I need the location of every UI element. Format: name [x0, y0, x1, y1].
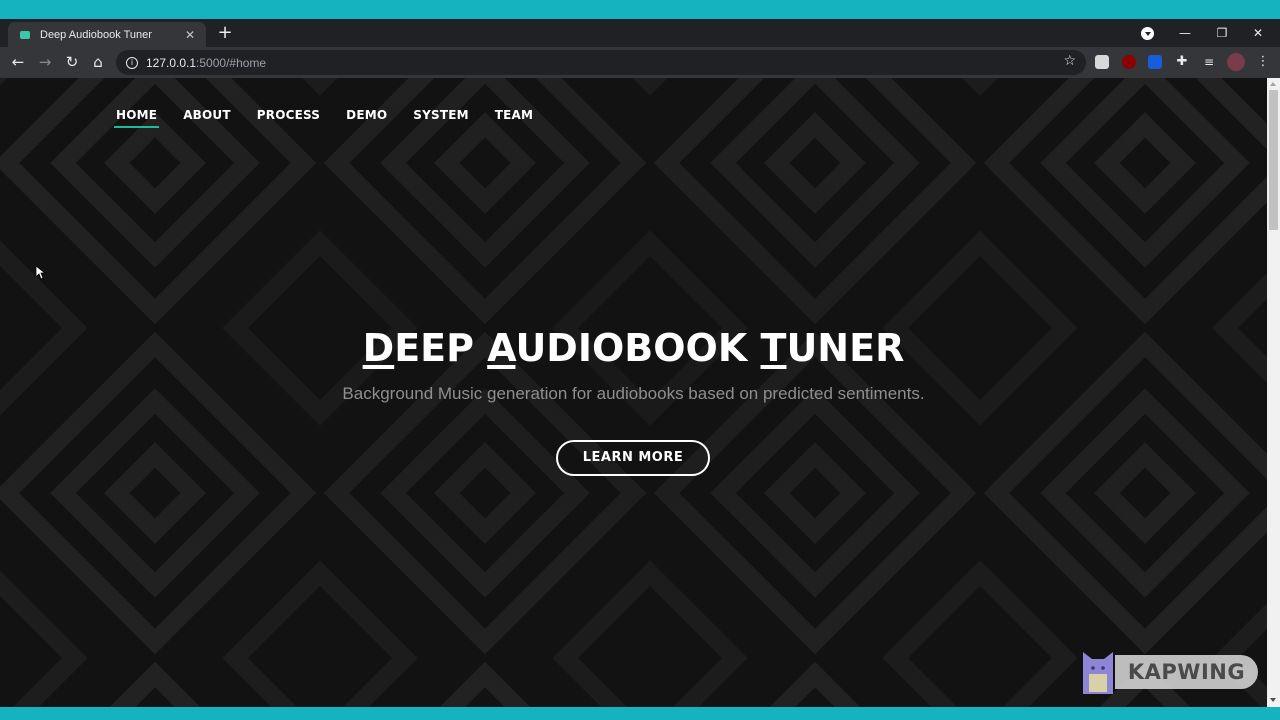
home-icon[interactable]: ⌂ — [88, 52, 108, 72]
back-arrow-icon[interactable]: ← — [8, 52, 28, 72]
browser-toolbar: ← → ↻ ⌂ i 127.0.0.1:5000/#home ☆ ✚ ≡ ⋮ — [0, 47, 1280, 78]
scroll-down-arrow-icon[interactable] — [1270, 698, 1276, 702]
title-letter-a: A — [487, 326, 516, 370]
nav-item-system[interactable]: SYSTEM — [413, 108, 469, 128]
kapwing-cat-logo-icon — [1081, 650, 1115, 694]
title-letter-t: T — [760, 326, 787, 370]
extension-icon[interactable] — [1095, 55, 1109, 69]
ublock-icon[interactable] — [1122, 55, 1136, 69]
new-tab-button[interactable]: + — [215, 23, 235, 43]
reload-icon[interactable]: ↻ — [62, 52, 82, 72]
url-host: 127.0.0.1 — [146, 55, 197, 70]
webpage-viewport: HOME ABOUT PROCESS DEMO SYSTEM TEAM DEEP… — [0, 78, 1267, 707]
tab-close-icon[interactable]: ✕ — [182, 28, 198, 42]
scroll-up-arrow-icon[interactable] — [1270, 82, 1276, 86]
page-scrollbar[interactable] — [1267, 78, 1280, 707]
bitwarden-icon[interactable] — [1148, 55, 1162, 69]
title-letter-d: D — [362, 326, 395, 370]
browser-tab-bar: Deep Audiobook Tuner ✕ + — ❐ ✕ — [0, 19, 1280, 47]
bookmark-star-icon[interactable]: ☆ — [1063, 53, 1076, 69]
url-path: :5000/#home — [196, 55, 267, 70]
minimize-button[interactable]: — — [1167, 21, 1203, 45]
site-info-icon[interactable]: i — [126, 56, 138, 69]
tab-title: Deep Audiobook Tuner — [40, 28, 152, 41]
main-nav: HOME ABOUT PROCESS DEMO SYSTEM TEAM — [113, 108, 559, 128]
menu-kebab-icon[interactable]: ⋮ — [1256, 55, 1270, 69]
nav-item-team[interactable]: TEAM — [495, 108, 533, 128]
kapwing-watermark: KAPWING — [1081, 648, 1258, 696]
hero-subtitle: Background Music generation for audioboo… — [342, 384, 925, 403]
maximize-button[interactable]: ❐ — [1204, 21, 1240, 45]
browser-tab[interactable]: Deep Audiobook Tuner ✕ — [8, 22, 206, 47]
hero-title: DEEP AUDIOBOOK TUNER — [0, 326, 1267, 370]
favicon-icon — [18, 28, 32, 42]
nav-item-demo[interactable]: DEMO — [346, 108, 387, 128]
close-window-button[interactable]: ✕ — [1240, 21, 1276, 45]
nav-item-process[interactable]: PROCESS — [257, 108, 320, 128]
title-part-udiobook: UDIOBOOK — [515, 326, 761, 370]
title-part-eep: EEP — [394, 326, 488, 370]
bottom-frame-strip — [0, 707, 1280, 720]
watermark-text: KAPWING — [1115, 655, 1258, 689]
learn-more-button[interactable]: LEARN MORE — [556, 440, 710, 476]
reading-list-icon[interactable]: ≡ — [1202, 55, 1216, 69]
address-bar[interactable]: i 127.0.0.1:5000/#home ☆ — [116, 50, 1086, 75]
nav-item-about[interactable]: ABOUT — [183, 108, 231, 128]
media-control-icon[interactable] — [1141, 27, 1154, 40]
scroll-thumb[interactable] — [1269, 90, 1278, 230]
profile-avatar[interactable] — [1227, 53, 1245, 71]
top-frame-strip — [0, 0, 1280, 19]
extensions-puzzle-icon[interactable]: ✚ — [1175, 55, 1189, 69]
forward-arrow-icon[interactable]: → — [35, 52, 55, 72]
nav-item-home[interactable]: HOME — [113, 108, 160, 128]
title-part-uner: UNER — [786, 326, 905, 370]
